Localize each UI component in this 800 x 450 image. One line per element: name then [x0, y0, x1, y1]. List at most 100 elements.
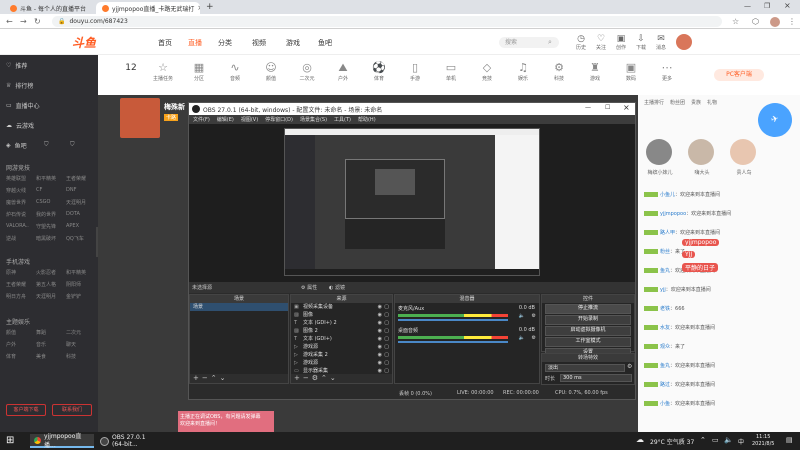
source-item[interactable]: ▣ 视频采集设备 ◉ ▢: [291, 303, 392, 311]
visibility-eye-icon[interactable]: ◉: [378, 335, 382, 343]
forward-arrow-icon[interactable]: →: [20, 17, 27, 26]
menu-edit[interactable]: 编辑(E): [217, 116, 234, 123]
top-viewer-avatar[interactable]: [730, 139, 756, 165]
source-item[interactable]: ▨ 图像 ◉ ▢: [291, 311, 392, 319]
pc-client-button[interactable]: PC客户端: [714, 69, 764, 81]
shield-icon[interactable]: ⛉: [44, 141, 49, 149]
sidebar-grid-item[interactable]: 阴阳师: [66, 281, 81, 288]
add-icon[interactable]: +: [294, 374, 303, 382]
speaker-icon[interactable]: 🔈: [519, 335, 525, 341]
nav-live[interactable]: 直播: [188, 38, 202, 48]
gift-tab-gift[interactable]: 礼物: [707, 99, 717, 109]
close-tab-icon[interactable]: ×: [197, 4, 200, 12]
minimize-window-icon[interactable]: —: [585, 104, 591, 111]
chat-username[interactable]: 水友: [660, 325, 670, 331]
douyu-logo[interactable]: 斗鱼: [72, 34, 96, 51]
nav-game[interactable]: 游戏: [286, 38, 300, 48]
contact-button[interactable]: 联系我们: [52, 404, 92, 416]
bookmark-star-icon[interactable]: ☆: [732, 17, 739, 26]
chat-username[interactable]: 老铁: [660, 306, 670, 312]
menu-help[interactable]: 帮助(H): [358, 116, 376, 123]
category-6[interactable]: ⚽ 体育: [364, 61, 394, 82]
sidebar-grid-item[interactable]: 金铲铲: [66, 293, 81, 300]
url-input[interactable]: 🔒 douyu.com/687423: [52, 16, 722, 27]
sidebar-grid-item[interactable]: 音乐: [36, 341, 46, 348]
sidebar-grid-item[interactable]: 科技: [66, 353, 76, 360]
obs-preview-canvas[interactable]: [189, 124, 635, 282]
control-button-3[interactable]: 工作室模式: [545, 337, 631, 347]
client-download-button[interactable]: 客户端下载: [6, 404, 46, 416]
lock-icon[interactable]: ▢: [384, 311, 389, 319]
lock-icon[interactable]: ▢: [384, 359, 389, 367]
create-button[interactable]: ▣ 创作: [614, 34, 628, 51]
chat-username[interactable]: 观众: [660, 344, 670, 350]
volume-slider[interactable]: [398, 319, 508, 321]
lock-icon[interactable]: ▢: [384, 319, 389, 327]
sidebar-grid-item[interactable]: 二次元: [66, 329, 81, 336]
chat-username[interactable]: 小鱼儿: [660, 192, 675, 198]
extensions-icon[interactable]: ⬡: [752, 17, 759, 26]
visibility-eye-icon[interactable]: ◉: [378, 327, 382, 335]
close-window-icon[interactable]: ×: [784, 1, 791, 10]
taskbar-item-obs[interactable]: OBS 27.0.1 (64-bit...: [96, 434, 162, 448]
up-icon[interactable]: ⌃: [321, 374, 330, 382]
lock-icon[interactable]: ▢: [384, 343, 389, 351]
category-11[interactable]: ⚙ 科技: [544, 61, 574, 82]
windows-start-icon[interactable]: ⊞: [6, 435, 14, 446]
chat-username[interactable]: 小鱼: [660, 401, 670, 407]
volume-slider[interactable]: [398, 341, 508, 343]
sidebar-grid-item[interactable]: 体育: [6, 353, 16, 360]
remove-icon[interactable]: −: [303, 374, 312, 382]
gift-tab-rank[interactable]: 主播排行: [644, 99, 664, 109]
taskbar-item-chrome[interactable]: yjjmpopoo直播...: [30, 433, 94, 449]
menu-view[interactable]: 视图(V): [241, 116, 258, 123]
reload-icon[interactable]: ↻: [34, 17, 41, 26]
category-1[interactable]: ▦ 分区: [184, 61, 214, 82]
top-viewer-avatar[interactable]: [646, 139, 672, 165]
sidebar-grid-item[interactable]: 天涯明月: [66, 199, 86, 206]
new-tab-button[interactable]: +: [206, 2, 214, 12]
scene-item[interactable]: 场景: [190, 303, 288, 311]
category-0[interactable]: ☆ 主播任务: [148, 61, 178, 82]
sidebar-grid-item[interactable]: QQ飞车: [66, 235, 84, 242]
source-item[interactable]: T 文本 (GDI+) ◉ ▢: [291, 335, 392, 343]
top-viewer-avatar[interactable]: [688, 139, 714, 165]
category-3[interactable]: ☺ 颜值: [256, 61, 286, 82]
lock-icon[interactable]: ▢: [384, 303, 389, 311]
properties-button[interactable]: ⚙ 属性: [301, 284, 317, 291]
sidebar-grid-item[interactable]: 舞蹈: [36, 329, 46, 336]
up-icon[interactable]: ⌃: [211, 374, 220, 382]
lock-icon[interactable]: ▢: [384, 351, 389, 359]
sidebar-grid-item[interactable]: 户外: [6, 341, 16, 348]
source-item[interactable]: ▷ 游戏采集 2 ◉ ▢: [291, 351, 392, 359]
sidebar-grid-item[interactable]: 第五人格: [36, 281, 56, 288]
category-12[interactable]: ♜ 游戏: [580, 61, 610, 82]
control-button-0[interactable]: 停止推流: [545, 304, 631, 314]
sidebar-item-cloudgame[interactable]: ☁ 云游戏: [6, 121, 34, 130]
chat-username[interactable]: 鱼丸: [660, 268, 670, 274]
browser-tab-douyu-home[interactable]: 斗鱼 - 每个人的直播平台 ×: [4, 2, 90, 14]
search-icon[interactable]: ⌕: [548, 38, 552, 47]
chat-username[interactable]: 路人甲: [660, 230, 675, 236]
sidebar-grid-item[interactable]: VALORA..: [6, 223, 29, 229]
chat-username[interactable]: yjjmpopoo: [660, 211, 686, 217]
menu-tools[interactable]: 工具(T): [334, 116, 351, 123]
sidebar-grid-item[interactable]: DNF: [66, 187, 76, 193]
weather-text[interactable]: 29°C 空气质 37: [650, 437, 694, 446]
control-button-2[interactable]: 启动虚拟摄像机: [545, 326, 631, 336]
category-13[interactable]: ▣ 数码: [616, 61, 646, 82]
sidebar-grid-item[interactable]: 美食: [36, 353, 46, 360]
sidebar-grid-item[interactable]: 逆战: [6, 235, 16, 242]
sidebar-grid-item[interactable]: 英雄联盟: [6, 175, 26, 182]
filters-button[interactable]: ◐ 滤镜: [329, 284, 345, 291]
sidebar-grid-item[interactable]: 王者荣耀: [6, 281, 26, 288]
sidebar-item-rank[interactable]: ♕ 排行榜: [6, 81, 33, 90]
nav-category[interactable]: 分类: [218, 38, 232, 48]
sidebar-grid-item[interactable]: APEX: [66, 223, 79, 229]
sidebar-grid-item[interactable]: 魔兽世界: [6, 199, 26, 206]
duration-input[interactable]: 300 ms: [560, 374, 632, 382]
category-2[interactable]: ∿ 音频: [220, 61, 250, 82]
chat-username[interactable]: 鱼丸: [660, 363, 670, 369]
category-4[interactable]: ◎ 二次元: [292, 61, 322, 82]
sidebar-grid-item[interactable]: 守望先锋: [36, 223, 56, 230]
